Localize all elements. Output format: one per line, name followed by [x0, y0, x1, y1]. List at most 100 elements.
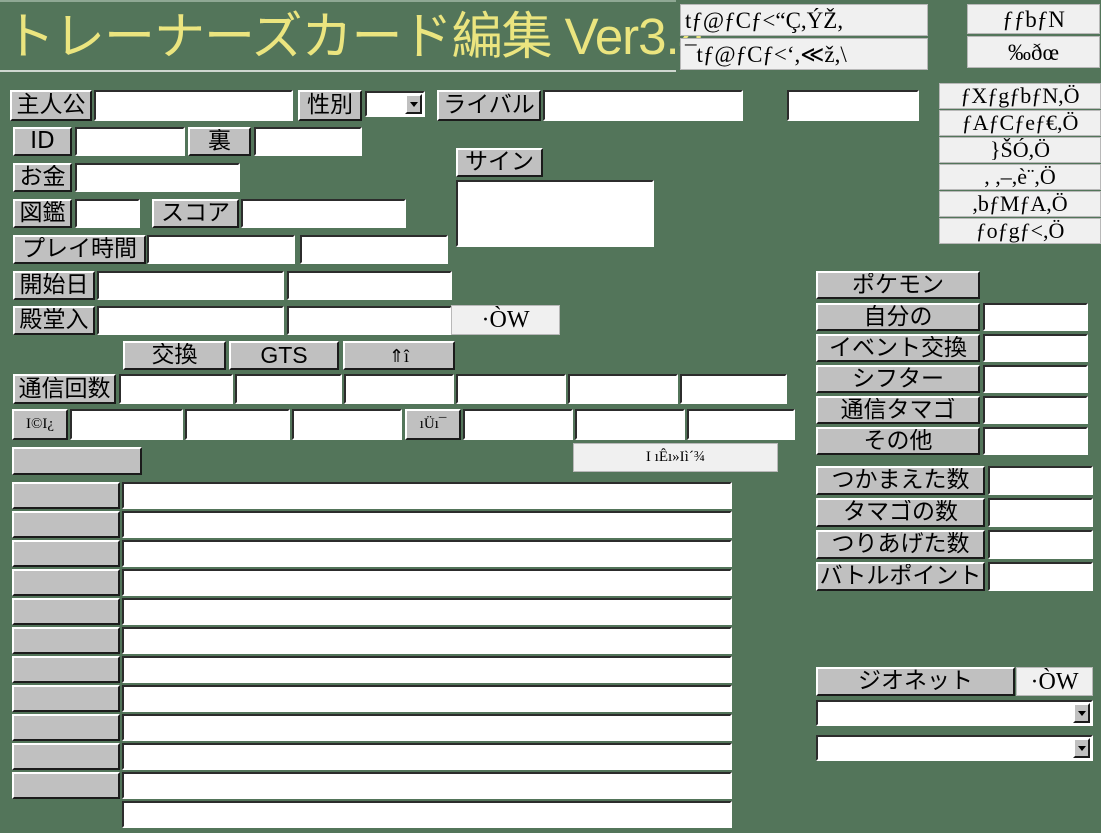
pokemon-panel-title-button[interactable]: ポケモン	[816, 271, 980, 299]
list-item-button-10[interactable]	[12, 743, 120, 770]
gender-select[interactable]	[365, 91, 425, 117]
hall-of-fame-input-2[interactable]	[287, 306, 452, 335]
startdate-label-button[interactable]: 開始日	[13, 271, 95, 300]
count-caught-label[interactable]: つかまえた数	[816, 466, 985, 495]
save-file-button[interactable]: ¯tƒ@ƒCƒ<‘,≪ž,\	[680, 38, 928, 70]
list-item-field-3[interactable]	[122, 540, 732, 567]
trade-count-field-5[interactable]	[568, 374, 678, 404]
count-fished-field[interactable]	[988, 530, 1093, 559]
exit-button[interactable]: ‰ðœ	[967, 36, 1100, 68]
misc-field-4[interactable]	[463, 409, 573, 440]
hall-of-fame-input-1[interactable]	[97, 306, 284, 335]
list-item-field-11[interactable]	[122, 772, 732, 799]
list-item-button-4[interactable]	[12, 569, 120, 596]
list-item-field-2[interactable]	[122, 511, 732, 538]
blank-gray-button[interactable]	[12, 447, 142, 475]
list-item-field-1[interactable]	[122, 482, 732, 509]
misc-field-1[interactable]	[70, 409, 183, 440]
count-eggs-field[interactable]	[988, 498, 1093, 527]
menu-item-dex[interactable]: }ŠÓ,Ö	[939, 137, 1101, 163]
back-id-input[interactable]	[254, 127, 362, 156]
count-caught-field[interactable]	[988, 466, 1093, 495]
dex-label-button[interactable]: 図鑑	[13, 199, 72, 228]
pokemon-row-own-field[interactable]	[983, 303, 1088, 331]
list-item-button-9[interactable]	[12, 714, 120, 741]
list-item-button-11[interactable]	[12, 772, 120, 799]
trade-count-field-2[interactable]	[235, 374, 342, 404]
trade-count-field-4[interactable]	[456, 374, 566, 404]
count-eggs-label[interactable]: タマゴの数	[816, 498, 985, 527]
hall-of-fame-edit-button[interactable]: ·ÒW	[451, 305, 560, 335]
menu-item-misc[interactable]: , ,–,è¨,Ö	[939, 164, 1101, 190]
menu-item-items[interactable]: ƒAƒCƒeƒ€,Ö	[939, 110, 1101, 136]
pokemon-row-other-field[interactable]	[983, 427, 1088, 455]
list-item-field-10[interactable]	[122, 743, 732, 770]
misc-field-6[interactable]	[687, 409, 795, 440]
startdate-input-2[interactable]	[287, 271, 452, 300]
geonet-edit-button[interactable]: ·ÒW	[1016, 667, 1093, 696]
list-item-button-6[interactable]	[12, 627, 120, 654]
playtime-hours-input[interactable]	[147, 235, 295, 264]
hero-input[interactable]	[94, 90, 293, 121]
chevron-down-icon[interactable]	[1073, 738, 1090, 758]
misc-left-button[interactable]: I©I¿	[12, 409, 68, 440]
list-item-button-7[interactable]	[12, 656, 120, 683]
score-label-button[interactable]: スコア	[152, 199, 239, 228]
menu-item-battle[interactable]: ƒoƒgƒ<,Ö	[939, 218, 1101, 244]
list-item-button-5[interactable]	[12, 598, 120, 625]
pokemon-row-other-label[interactable]: その他	[816, 427, 980, 455]
pokemon-row-event-field[interactable]	[983, 334, 1088, 362]
pokemon-row-egg-label[interactable]: 通信タマゴ	[816, 396, 980, 424]
misc-mid-button[interactable]: ıÜı¯	[405, 409, 461, 440]
id-input[interactable]	[75, 127, 185, 156]
pokemon-row-shifter-label[interactable]: シフター	[816, 365, 980, 393]
list-item-field-8[interactable]	[122, 685, 732, 712]
rival-label-button[interactable]: ライバル	[437, 90, 541, 121]
ribbon-button[interactable]: I ıÊı»Iì´¾	[573, 443, 778, 472]
battle-points-field[interactable]	[988, 562, 1093, 591]
money-label-button[interactable]: お金	[13, 163, 72, 192]
trade-count-field-6[interactable]	[680, 374, 787, 404]
exchange-button[interactable]: 交換	[123, 341, 226, 370]
hero-label-button[interactable]: 主人公	[10, 90, 92, 121]
gender-label-button[interactable]: 性別	[298, 90, 362, 121]
misc-field-3[interactable]	[292, 409, 402, 440]
lock-button[interactable]: ƒƒbƒN	[967, 4, 1100, 34]
list-item-field-12[interactable]	[122, 801, 732, 828]
menu-item-stock[interactable]: ƒXƒgƒbƒN,Ö	[939, 83, 1101, 109]
pokemon-row-own-label[interactable]: 自分の	[816, 303, 980, 331]
sign-canvas[interactable]	[456, 180, 654, 247]
pokemon-row-event-label[interactable]: イベント交換	[816, 334, 980, 362]
money-input[interactable]	[75, 163, 240, 192]
score-input[interactable]	[241, 199, 406, 228]
pokemon-row-shifter-field[interactable]	[983, 365, 1088, 393]
trade-count-field-1[interactable]	[119, 374, 233, 404]
list-item-field-7[interactable]	[122, 656, 732, 683]
trade-count-field-3[interactable]	[344, 374, 454, 404]
list-item-button-1[interactable]	[12, 482, 120, 509]
playtime-minutes-input[interactable]	[300, 235, 448, 264]
geonet-select-1[interactable]	[816, 700, 1093, 726]
geonet-button[interactable]: ジオネット	[816, 667, 1015, 696]
misc-field-2[interactable]	[185, 409, 290, 440]
list-item-button-3[interactable]	[12, 540, 120, 567]
misc-field-5[interactable]	[575, 409, 685, 440]
sign-label-button[interactable]: サイン	[456, 148, 543, 177]
list-item-field-4[interactable]	[122, 569, 732, 596]
geonet-select-2[interactable]	[816, 735, 1093, 761]
battle-points-label[interactable]: バトルポイント	[816, 562, 985, 591]
load-file-button[interactable]: tƒ@ƒCƒ<“Ç,ÝŽ,	[680, 4, 928, 36]
list-item-field-6[interactable]	[122, 627, 732, 654]
trade-misc-button[interactable]: ⇑î	[343, 341, 455, 370]
pokemon-row-egg-field[interactable]	[983, 396, 1088, 424]
gts-button[interactable]: GTS	[229, 341, 339, 370]
playtime-label-button[interactable]: プレイ時間	[13, 235, 146, 264]
list-item-button-2[interactable]	[12, 511, 120, 538]
list-item-button-8[interactable]	[12, 685, 120, 712]
list-item-field-5[interactable]	[122, 598, 732, 625]
dex-input[interactable]	[75, 199, 140, 228]
startdate-input-1[interactable]	[97, 271, 284, 300]
hall-of-fame-label-button[interactable]: 殿堂入	[13, 306, 95, 335]
id-label-button[interactable]: ID	[13, 127, 72, 156]
chevron-down-icon[interactable]	[1073, 703, 1090, 723]
